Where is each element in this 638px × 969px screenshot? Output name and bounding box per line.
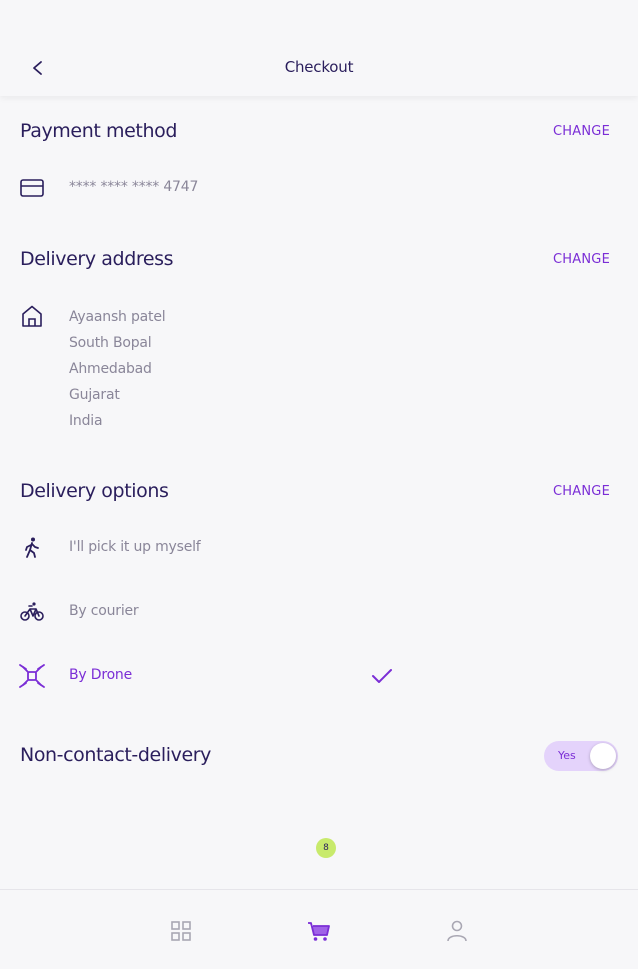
cart-icon: [308, 922, 330, 941]
app-header: Checkout: [0, 0, 638, 96]
change-address-button[interactable]: CHANGE: [553, 252, 610, 267]
option-pickup[interactable]: I'll pick it up myself: [0, 528, 638, 568]
address-city: Ahmedabad: [69, 361, 152, 377]
checkmark-icon: [372, 669, 392, 683]
delivery-options-heading: Delivery options: [20, 480, 169, 502]
address-area: South Bopal: [69, 335, 152, 351]
option-drone[interactable]: By Drone: [0, 656, 638, 696]
option-pickup-label: I'll pick it up myself: [69, 539, 201, 555]
address-state: Gujarat: [69, 387, 120, 403]
cart-count-badge: 8: [316, 838, 336, 858]
toggle-state-label: Yes: [558, 749, 576, 762]
address-country: India: [69, 413, 103, 429]
grid-icon: [171, 921, 191, 941]
change-delivery-button[interactable]: CHANGE: [553, 484, 610, 499]
credit-card-icon: [20, 179, 44, 197]
nav-catalog[interactable]: [168, 918, 194, 944]
nav-cart[interactable]: [306, 918, 332, 944]
non-contact-toggle[interactable]: Yes: [544, 741, 618, 771]
bottom-navigation: [0, 889, 638, 969]
address-name: Ayaansh patel: [69, 309, 166, 325]
toggle-knob: [590, 743, 616, 769]
card-number: **** **** **** 4747: [69, 179, 199, 195]
non-contact-delivery-label: Non-contact-delivery: [20, 744, 211, 766]
profile-icon: [447, 920, 467, 942]
change-payment-button[interactable]: CHANGE: [553, 124, 610, 139]
walking-person-icon: [25, 537, 39, 558]
option-courier-label: By courier: [69, 603, 139, 619]
delivery-address-heading: Delivery address: [20, 248, 174, 270]
page-title: Checkout: [284, 58, 354, 76]
option-drone-label: By Drone: [69, 667, 133, 683]
drone-icon: [19, 664, 45, 688]
address-block: Ayaansh patel South Bopal Ahmedabad Guja…: [69, 304, 166, 434]
nav-profile[interactable]: [444, 918, 470, 944]
home-icon: [22, 305, 42, 327]
bicycle-icon: [20, 602, 44, 621]
option-courier[interactable]: By courier: [0, 592, 638, 632]
payment-method-heading: Payment method: [20, 120, 177, 142]
